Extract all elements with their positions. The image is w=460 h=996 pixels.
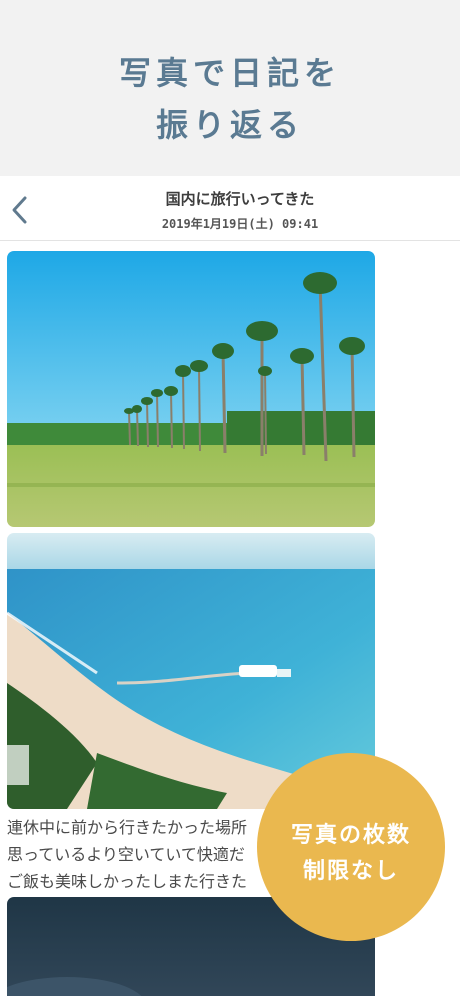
navigation-bar: 国内に旅行いってきた 2019年1月19日(土) 09:41: [0, 176, 460, 241]
feature-badge-line-1: 写真の枚数: [290, 823, 411, 848]
promo-header: 写真で日記を 振り返る: [0, 0, 460, 176]
feature-badge: 写真の枚数 制限なし: [257, 753, 445, 941]
entry-title: 国内に旅行いってきた: [165, 190, 315, 208]
promo-headline-line-2: 振り返る: [155, 106, 304, 144]
feature-badge-line-2: 制限なし: [302, 859, 399, 884]
diary-photo-palm-park[interactable]: [7, 251, 375, 527]
entry-datetime: 2019年1月19日(土) 09:41: [161, 217, 319, 231]
promo-headline-line-1: 写真で日記を: [118, 54, 341, 92]
